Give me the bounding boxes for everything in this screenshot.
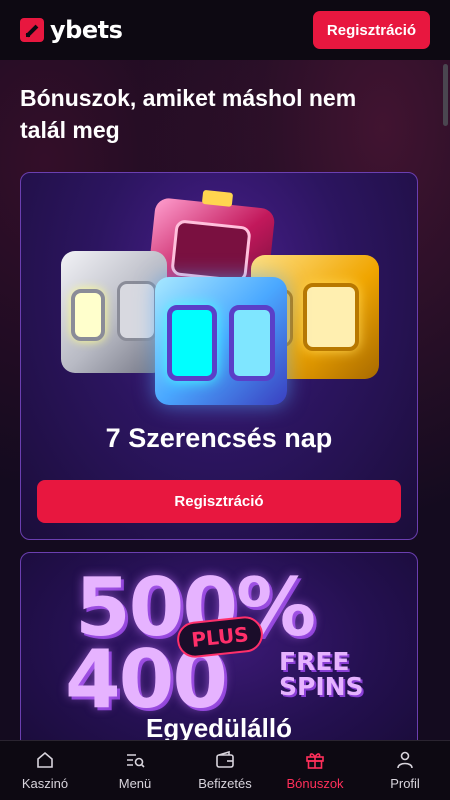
register-button[interactable]: Regisztráció [313, 11, 430, 49]
page-title: Bónuszok, amiket máshol nem talál meg [20, 85, 357, 143]
nav-label: Befizetés [198, 776, 252, 791]
logo-icon [20, 18, 44, 42]
nav-item-kaszino[interactable]: Kaszinó [0, 750, 90, 791]
ybets-logo[interactable]: ybets [20, 16, 123, 44]
nav-label: Kaszinó [21, 776, 69, 791]
card-title: 7 Szerencsés nap [105, 423, 333, 453]
card-title: Egyedülálló [146, 713, 292, 740]
gift-icon [306, 753, 324, 769]
free-label: FREE [279, 647, 350, 676]
nav-item-profil[interactable]: Profil [360, 750, 450, 791]
nav-item-menu[interactable]: Menü [90, 750, 180, 791]
nav-label: Menü [118, 776, 152, 791]
bonus-card-welcome[interactable]: 500% 400 PLUS FREE SPINS Egyedülálló [20, 552, 418, 740]
nav-label: Profil [390, 776, 420, 791]
nav-label: Bónuszok [286, 776, 344, 791]
bottom-navigation: Kaszinó Menü Befizetés Bónuszok Profil [0, 740, 450, 800]
top-bar: ybets Regisztráció [0, 0, 450, 60]
scrollbar[interactable] [443, 64, 448, 126]
free-spins-label: FREE SPINS [279, 649, 364, 699]
logo-text: ybets [50, 16, 123, 44]
home-icon [37, 751, 53, 768]
nav-item-befizetes[interactable]: Befizetés [180, 750, 270, 791]
nav-item-bonuszok[interactable]: Bónuszok [270, 750, 360, 791]
user-icon [397, 751, 413, 769]
spins-label: SPINS [279, 672, 364, 701]
main-content: Bónuszok, amiket máshol nem talál meg 7 … [0, 60, 450, 740]
bonus-card-lucky-days[interactable]: 7 Szerencsés nap Regisztráció [20, 172, 418, 540]
card-register-button[interactable]: Regisztráció [37, 480, 401, 523]
wallet-icon [216, 750, 234, 768]
menu-search-icon [127, 754, 145, 768]
